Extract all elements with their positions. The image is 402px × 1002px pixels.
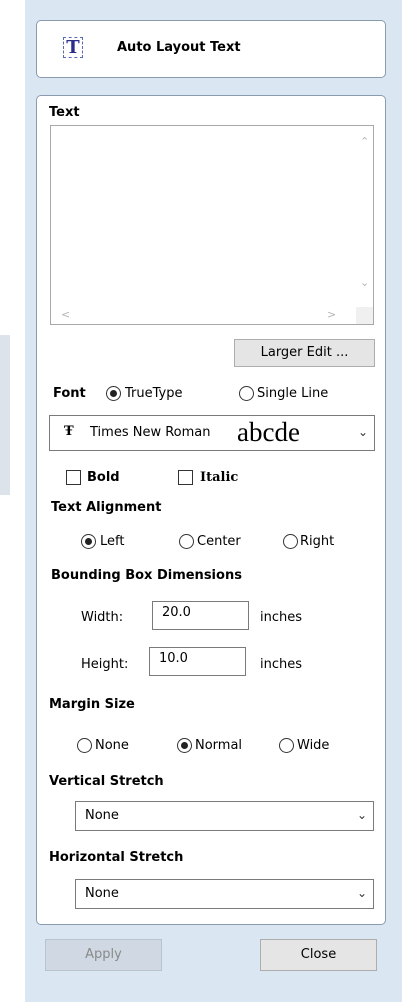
- margin-size-label: Margin Size: [49, 697, 135, 712]
- horizontal-scrollbar[interactable]: < >: [51, 307, 357, 324]
- margin-normal-label: Normal: [195, 738, 243, 753]
- italic-checkbox[interactable]: [178, 470, 193, 485]
- chevron-down-icon[interactable]: ⌄: [357, 886, 367, 900]
- scroll-left-icon[interactable]: <: [61, 308, 70, 321]
- scroll-down-icon[interactable]: ⌄: [360, 276, 369, 289]
- truetype-label: TrueType: [125, 386, 183, 401]
- vertical-scrollbar[interactable]: ⌃ ⌄: [356, 126, 373, 308]
- text-alignment-label: Text Alignment: [51, 500, 162, 515]
- margin-wide-label: Wide: [297, 738, 330, 753]
- margin-normal-radio[interactable]: [177, 738, 192, 753]
- chevron-down-icon[interactable]: ⌄: [358, 425, 368, 439]
- close-button[interactable]: Close: [260, 939, 377, 971]
- height-label: Height:: [81, 657, 129, 672]
- page-title: Auto Layout Text: [117, 40, 241, 55]
- text-input-area[interactable]: ⌃ ⌄ < >: [50, 125, 374, 325]
- margin-wide-radio[interactable]: [279, 738, 294, 753]
- main-panel: Text ⌃ ⌄ < > Larger Edit ... Font TrueTy…: [36, 95, 386, 925]
- font-preview: abcde: [237, 417, 300, 447]
- align-right-radio[interactable]: [283, 534, 298, 549]
- font-label: Font: [53, 386, 86, 401]
- height-unit: inches: [260, 657, 303, 672]
- bounding-box-label: Bounding Box Dimensions: [51, 568, 242, 583]
- align-left-label: Left: [100, 534, 125, 549]
- single-line-label: Single Line: [257, 386, 329, 401]
- single-line-radio[interactable]: [239, 386, 254, 401]
- horizontal-stretch-value: None: [85, 886, 119, 901]
- bold-checkbox[interactable]: [66, 470, 81, 485]
- larger-edit-button[interactable]: Larger Edit ...: [234, 339, 375, 367]
- align-center-label: Center: [197, 534, 241, 549]
- vertical-stretch-label: Vertical Stretch: [49, 774, 164, 789]
- vertical-stretch-value: None: [85, 808, 119, 823]
- font-name: Times New Roman: [90, 425, 211, 440]
- text-tool-icon: T: [63, 37, 83, 58]
- horizontal-stretch-select[interactable]: None ⌄: [75, 879, 374, 909]
- margin-none-radio[interactable]: [77, 738, 92, 753]
- apply-button[interactable]: Apply: [45, 939, 162, 971]
- header-panel: T Auto Layout Text: [36, 20, 386, 78]
- align-right-label: Right: [300, 534, 335, 549]
- width-input[interactable]: 20.0: [152, 601, 249, 630]
- left-window-edge: [0, 335, 10, 495]
- chevron-down-icon[interactable]: ⌄: [357, 808, 367, 822]
- bold-label: Bold: [87, 470, 120, 485]
- vertical-stretch-select[interactable]: None ⌄: [75, 801, 374, 831]
- italic-label: Italic: [200, 470, 239, 485]
- truetype-font-icon: Ŧ: [64, 424, 74, 439]
- scroll-right-icon[interactable]: >: [327, 308, 336, 321]
- align-left-radio[interactable]: [81, 534, 96, 549]
- height-input[interactable]: 10.0: [149, 647, 246, 676]
- margin-none-label: None: [95, 738, 129, 753]
- width-unit: inches: [260, 610, 303, 625]
- align-center-radio[interactable]: [179, 534, 194, 549]
- horizontal-stretch-label: Horizontal Stretch: [49, 850, 184, 865]
- truetype-radio[interactable]: [106, 386, 121, 401]
- scroll-up-icon[interactable]: ⌃: [360, 135, 369, 148]
- width-label: Width:: [81, 610, 124, 625]
- font-select[interactable]: Ŧ Times New Roman abcde ⌄: [49, 415, 375, 451]
- text-section-label: Text: [49, 105, 80, 120]
- scroll-corner: [356, 307, 373, 324]
